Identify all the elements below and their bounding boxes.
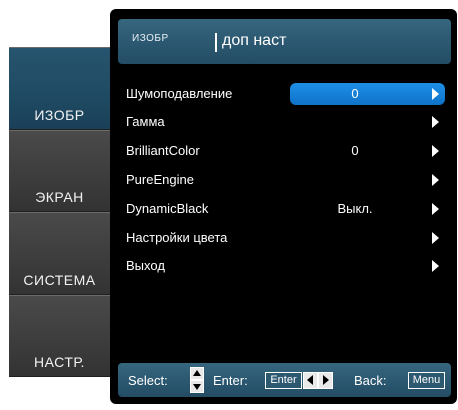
tab-column: ИЗОБР ЭКРАН СИСТЕМА НАСТР. — [9, 47, 110, 377]
chevron-right-icon[interactable] — [432, 88, 439, 100]
menu-item-label: PureEngine — [126, 172, 194, 187]
chevron-right-icon[interactable] — [432, 116, 439, 128]
tab-system[interactable]: СИСТЕМА — [9, 212, 110, 295]
enter-hint-label: Enter: — [213, 373, 248, 388]
tab-system-label: СИСТЕМА — [23, 272, 96, 288]
hint-bar: Select: Enter: Enter Back: Menu — [118, 363, 451, 397]
menu-item-pureengine[interactable]: PureEngine — [118, 169, 451, 191]
osd-screen: ИЗОБР ЭКРАН СИСТЕМА НАСТР. ИЗОБР доп нас… — [0, 0, 458, 410]
select-hint-label: Select: — [128, 373, 168, 388]
up-arrow-key-icon — [190, 367, 204, 380]
enter-key-icon: Enter — [265, 372, 302, 389]
left-arrow-key-icon — [303, 372, 318, 389]
menu-item-noise-reduction[interactable]: Шумоподавление 0 — [118, 83, 451, 105]
title-bar: ИЗОБР доп наст — [118, 19, 451, 64]
chevron-right-icon[interactable] — [432, 232, 439, 244]
up-down-keys-icon — [190, 367, 204, 393]
right-arrow-key-icon — [318, 372, 333, 389]
tab-image[interactable]: ИЗОБР — [9, 47, 110, 130]
back-hint-label: Back: — [354, 373, 387, 388]
tab-screen[interactable]: ЭКРАН — [9, 130, 110, 212]
breadcrumb-section: ИЗОБР — [132, 33, 169, 44]
menu-item-color-settings[interactable]: Настройки цвета — [118, 227, 451, 249]
menu-item-label: BrilliantColor — [126, 143, 200, 158]
menu-item-gamma[interactable]: Гамма — [118, 111, 451, 133]
title-divider — [215, 33, 217, 52]
chevron-right-icon[interactable] — [432, 145, 439, 157]
page-title: доп наст — [222, 32, 287, 49]
chevron-right-icon[interactable] — [432, 174, 439, 186]
tab-settings[interactable]: НАСТР. — [9, 295, 110, 377]
menu-item-label: Выход — [126, 258, 165, 273]
chevron-right-icon[interactable] — [432, 203, 439, 215]
menu-item-value: 0 — [351, 143, 359, 158]
menu-item-label: Гамма — [126, 114, 165, 129]
tab-screen-label: ЭКРАН — [35, 189, 84, 205]
menu-key-icon: Menu — [408, 372, 445, 389]
chevron-right-icon[interactable] — [432, 260, 439, 272]
menu-panel: ИЗОБР доп наст Шумоподавление 0 Гамма Br… — [110, 9, 457, 404]
menu-item-dynamicblack[interactable]: DynamicBlack Выкл. — [118, 198, 451, 220]
menu-item-label: Настройки цвета — [126, 230, 228, 245]
tab-image-label: ИЗОБР — [34, 107, 85, 123]
tab-settings-label: НАСТР. — [34, 354, 85, 370]
menu-item-value: Выкл. — [337, 201, 373, 216]
menu-item-exit[interactable]: Выход — [118, 255, 451, 277]
menu-item-brilliantcolor[interactable]: BrilliantColor 0 — [118, 140, 451, 162]
menu-item-label: DynamicBlack — [126, 201, 209, 216]
down-arrow-key-icon — [190, 380, 204, 393]
menu-item-value: 0 — [351, 86, 359, 101]
menu-item-label: Шумоподавление — [126, 86, 233, 101]
